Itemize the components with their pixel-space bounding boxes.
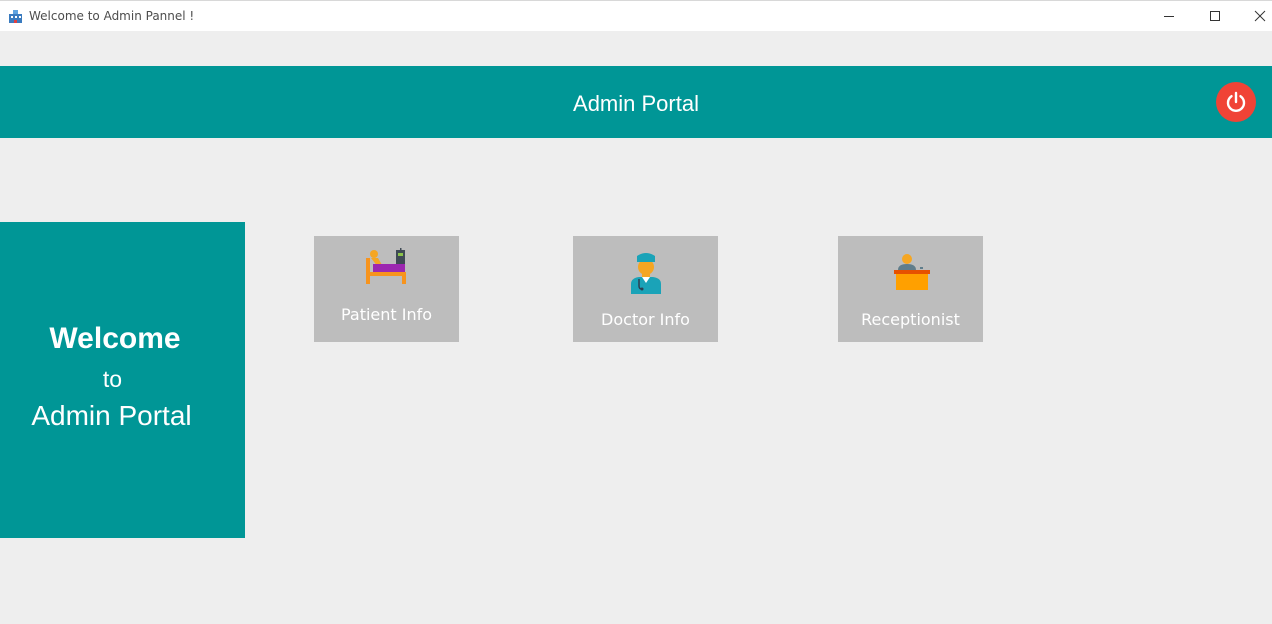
maximize-button[interactable] xyxy=(1193,1,1238,31)
welcome-heading: Welcome xyxy=(49,322,181,355)
welcome-to-text: to xyxy=(102,366,123,392)
maximize-icon xyxy=(1210,11,1220,21)
close-button[interactable] xyxy=(1238,1,1272,31)
receptionist-icon xyxy=(894,254,930,290)
minimize-button[interactable] xyxy=(1147,1,1192,31)
doctor-info-button[interactable]: Doctor Info xyxy=(573,236,718,342)
header-bar: Admin Portal xyxy=(0,66,1272,138)
logout-button[interactable] xyxy=(1216,82,1256,122)
welcome-panel: Welcome to Admin Portal xyxy=(0,222,245,538)
patient-info-label: Patient Info xyxy=(340,305,433,324)
doctor-icon xyxy=(631,253,661,294)
close-icon xyxy=(1254,10,1266,22)
app-icon xyxy=(8,9,23,24)
welcome-portal-text: Admin Portal xyxy=(31,400,192,431)
minimize-icon xyxy=(1164,16,1174,17)
power-icon xyxy=(1226,91,1246,113)
window-title: Welcome to Admin Pannel ! xyxy=(29,9,195,23)
window-title-bar: Welcome to Admin Pannel ! xyxy=(0,0,1272,31)
page-title: Admin Portal xyxy=(573,91,699,116)
receptionist-label: Receptionist xyxy=(861,310,960,329)
receptionist-button[interactable]: Receptionist xyxy=(838,236,983,342)
patient-info-button[interactable]: Patient Info xyxy=(314,236,459,342)
doctor-info-label: Doctor Info xyxy=(601,310,690,329)
patient-bed-icon xyxy=(366,248,406,284)
